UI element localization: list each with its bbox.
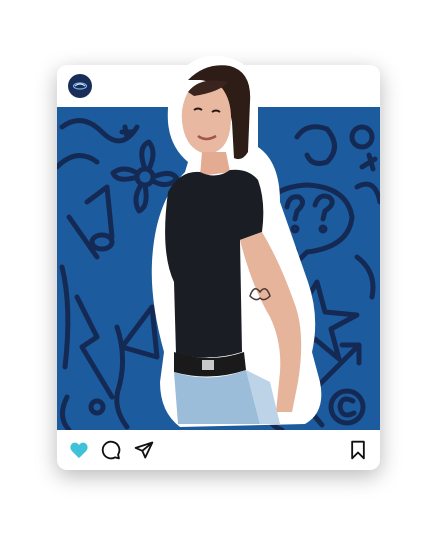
share-button[interactable] (133, 439, 155, 461)
bookmark-icon (351, 440, 365, 460)
post-actions-bar (57, 430, 380, 470)
brand-logo-icon (72, 82, 88, 90)
like-button[interactable] (68, 439, 90, 461)
account-avatar[interactable] (68, 74, 92, 98)
person-cutout (151, 55, 322, 427)
heart-icon (70, 442, 88, 459)
save-button[interactable] (347, 439, 369, 461)
send-icon (134, 441, 154, 459)
comment-icon (101, 440, 121, 460)
comment-button[interactable] (100, 439, 122, 461)
